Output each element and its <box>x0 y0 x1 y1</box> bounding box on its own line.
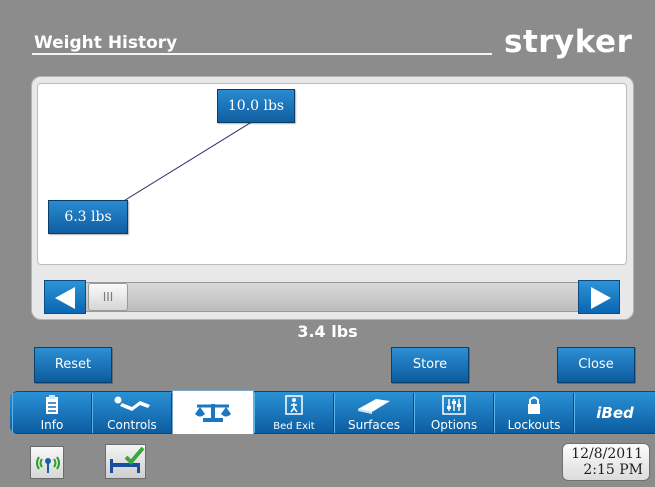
tab-lockouts[interactable]: Lockouts <box>494 393 574 433</box>
bed-status-button[interactable] <box>105 444 146 479</box>
scrollbar-thumb[interactable]: III <box>88 283 128 311</box>
tab-options[interactable]: Options <box>414 393 494 433</box>
weight-readout: 3.4 lbs <box>297 322 358 341</box>
scroll-right-button[interactable] <box>578 280 620 314</box>
weight-history-chart: 6.3 lbs 10.0 lbs <box>37 83 627 265</box>
tab-surfaces[interactable]: Surfaces <box>334 393 414 433</box>
sliders-icon <box>442 395 466 415</box>
tab-label: Bed Exit <box>273 421 315 432</box>
data-point-label[interactable]: 6.3 lbs <box>48 199 128 234</box>
wireless-icon <box>36 456 60 473</box>
lock-icon <box>528 396 540 414</box>
bed-check-icon <box>110 446 145 473</box>
tab-label: Lockouts <box>507 418 561 432</box>
wireless-status-button[interactable] <box>30 446 64 479</box>
bed-exit-icon <box>285 395 303 415</box>
patient-position-icon <box>114 396 150 411</box>
ibed-icon: iBed <box>575 404 655 422</box>
footer-bar <box>0 434 655 487</box>
brand-logo: stryker <box>504 24 633 60</box>
tab-label: iBed <box>596 404 634 422</box>
tab-label: Options <box>430 418 478 432</box>
date-text: 12/8/2011 <box>571 446 643 462</box>
scroll-left-button[interactable] <box>44 280 86 314</box>
reset-button[interactable]: Reset <box>34 347 112 383</box>
data-point-label[interactable]: 10.0 lbs <box>217 88 295 123</box>
tab-weight[interactable] <box>172 390 254 436</box>
time-text: 2:15 PM <box>583 462 643 478</box>
history-scrollbar[interactable] <box>86 282 578 312</box>
mattress-icon <box>358 399 390 414</box>
tab-bed-exit[interactable]: Bed Exit <box>254 393 334 433</box>
title-divider <box>32 53 492 55</box>
tab-info[interactable]: Info <box>12 393 92 433</box>
arrow-left-icon <box>55 287 75 309</box>
datetime-display: 12/8/2011 2:15 PM <box>562 443 650 481</box>
tab-ibed[interactable]: iBed <box>574 393 655 433</box>
close-button[interactable]: Close <box>557 347 635 383</box>
tab-label: Controls <box>107 418 157 432</box>
scale-icon <box>195 404 231 422</box>
clipboard-icon <box>46 395 58 414</box>
tab-label: Info <box>40 418 64 432</box>
chart-svg <box>89 118 258 223</box>
arrow-right-icon <box>591 287 611 309</box>
page-title: Weight History <box>34 33 178 53</box>
store-button[interactable]: Store <box>391 347 469 383</box>
tab-label: Surfaces <box>348 418 400 432</box>
tab-controls[interactable]: Controls <box>92 393 172 433</box>
